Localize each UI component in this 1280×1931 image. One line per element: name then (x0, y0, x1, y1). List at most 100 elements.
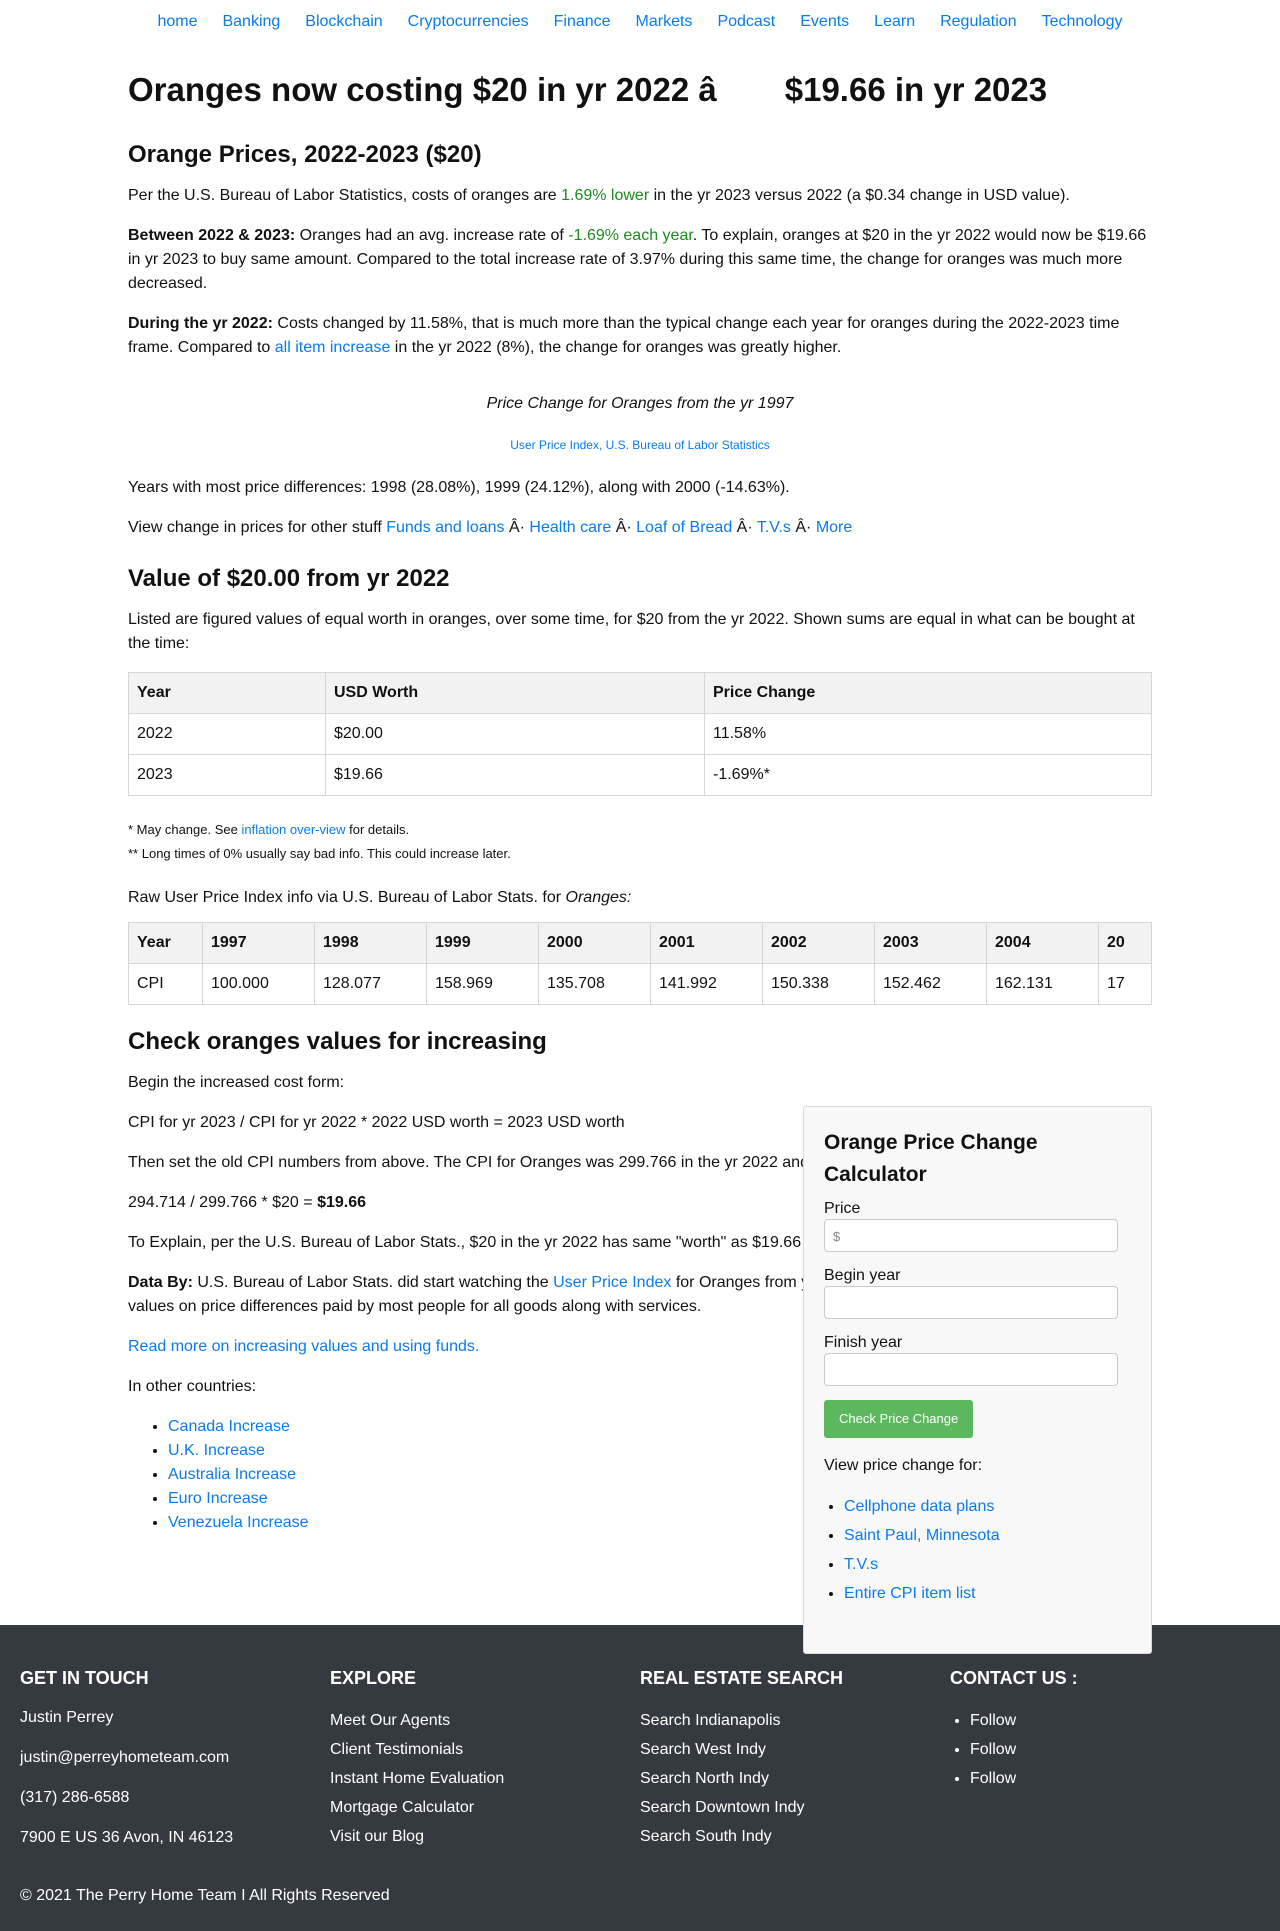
cpi-header-cell: 1997 (202, 921, 315, 964)
search-north-indy-link[interactable]: Search North Indy (640, 1764, 950, 1793)
all-item-increase-link[interactable]: all item increase (275, 339, 391, 356)
client-testimonials-link[interactable]: Client Testimonials (330, 1735, 640, 1764)
search-indianapolis-link[interactable]: Search Indianapolis (640, 1706, 950, 1735)
follow-link[interactable]: Follow (970, 1706, 1260, 1735)
footer-heading: REAL ESTATE SEARCH (640, 1667, 844, 1688)
nav-link-events[interactable]: Events (800, 10, 849, 42)
home-evaluation-link[interactable]: Instant Home Evaluation (330, 1764, 640, 1793)
page-title-part1: Oranges now costing $20 in yr 2022 â (128, 71, 717, 108)
contact-phone[interactable]: (317) 286-6588 (20, 1786, 330, 1810)
section-heading-value: Value of $20.00 from yr 2022 (128, 564, 450, 592)
years-most-difference: Years with most price differences: 1998 … (128, 478, 790, 496)
cpi-header-cell: 2002 (762, 921, 875, 964)
value-intro: Listed are figured values of equal worth… (128, 610, 1135, 652)
chart-title: Price Change for Oranges from the yr 199… (486, 394, 794, 412)
cpi-header-row: Year 1997 1998 1999 2000 2001 2002 2003 … (128, 921, 1152, 964)
other-items-links: View change in prices for other stuff Fu… (128, 518, 853, 536)
section-heading-prices: Orange Prices, 2022-2023 ($20) (128, 140, 482, 168)
nav-link-banking[interactable]: Banking (222, 10, 280, 42)
cpi-cell: 150.338 (762, 962, 875, 1005)
price-change-calculator: Orange Price Change Calculator Price $ B… (803, 1106, 1152, 1654)
list-item: Entire CPI item list (844, 1579, 1131, 1608)
search-south-indy-link[interactable]: Search South Indy (640, 1822, 950, 1851)
user-price-index-link[interactable]: User Price Index (553, 1274, 671, 1291)
nav-link-regulation[interactable]: Regulation (940, 10, 1017, 42)
section-heading-check: Check oranges values for increasing (128, 1027, 547, 1055)
copyright: © 2021 The Perry Home Team I All Rights … (20, 1886, 390, 1904)
cpi-cell: 17 (1098, 962, 1152, 1005)
col-header-usd-worth: USD Worth (325, 671, 705, 714)
read-more-link[interactable]: Read more on increasing values and using… (128, 1338, 479, 1355)
footer-get-in-touch: GET IN TOUCH Justin Perrey justin@perrey… (20, 1665, 330, 1866)
finish-year-label: Finish year (824, 1334, 903, 1351)
health-care-link[interactable]: Health care (529, 519, 611, 536)
nav-link-learn[interactable]: Learn (874, 10, 915, 42)
australia-increase-link[interactable]: Australia Increase (168, 1466, 296, 1483)
table-cell: -1.69%* (704, 753, 1152, 796)
chart-source: User Price Index, U.S. Bureau of Labor S… (128, 436, 1152, 454)
follow-link[interactable]: Follow (970, 1764, 1260, 1793)
saint-paul-link[interactable]: Saint Paul, Minnesota (844, 1527, 1000, 1544)
nav-link-home[interactable]: home (157, 10, 197, 42)
price-input[interactable]: $ (824, 1219, 1118, 1252)
mortgage-calculator-link[interactable]: Mortgage Calculator (330, 1793, 640, 1822)
cpi-header-cell: 1999 (426, 921, 539, 964)
cpi-header-cell: 2003 (874, 921, 987, 964)
search-downtown-indy-link[interactable]: Search Downtown Indy (640, 1793, 950, 1822)
contact-email[interactable]: justin@perreyhometeam.com (20, 1746, 330, 1770)
venezuela-increase-link[interactable]: Venezuela Increase (168, 1514, 309, 1531)
begin-year-input[interactable] (824, 1286, 1118, 1319)
view-price-change-label: View price change for: (824, 1456, 983, 1474)
site-footer: GET IN TOUCH Justin Perrey justin@perrey… (0, 1624, 1280, 1931)
cellphone-data-plans-link[interactable]: Cellphone data plans (844, 1498, 994, 1515)
col-header-year: Year (128, 671, 326, 714)
nav-link-blockchain[interactable]: Blockchain (305, 10, 382, 42)
visit-blog-link[interactable]: Visit our Blog (330, 1822, 640, 1851)
top-nav: home Banking Blockchain Cryptocurrencies… (0, 0, 1280, 42)
follow-link[interactable]: Follow (970, 1735, 1260, 1764)
chart-source-link[interactable]: User Price Index, U.S. Bureau of Labor S… (510, 438, 769, 452)
entire-cpi-list-link[interactable]: Entire CPI item list (844, 1585, 976, 1602)
list-item: T.V.s (844, 1550, 1131, 1579)
search-west-indy-link[interactable]: Search West Indy (640, 1735, 950, 1764)
funds-loans-link[interactable]: Funds and loans (386, 519, 504, 536)
summary-paragraph: Per the U.S. Bureau of Labor Statistics,… (128, 186, 1070, 204)
nav-link-podcast[interactable]: Podcast (717, 10, 775, 42)
list-item: Saint Paul, Minnesota (844, 1521, 1131, 1550)
nav-link-cryptocurrencies[interactable]: Cryptocurrencies (408, 10, 529, 42)
nav-link-markets[interactable]: Markets (636, 10, 693, 42)
cpi-cell: 152.462 (874, 962, 987, 1005)
euro-increase-link[interactable]: Euro Increase (168, 1490, 268, 1507)
cpi-cell: CPI (128, 962, 203, 1005)
finish-year-input[interactable] (824, 1353, 1118, 1386)
page-title: Oranges now costing $20 in yr 2022 â $19.… (128, 69, 1152, 112)
footer-heading: EXPLORE (330, 1667, 417, 1688)
footnote-1: * May change. See inflation over-view fo… (128, 821, 410, 837)
footer-real-estate-search: REAL ESTATE SEARCH Search Indianapolis S… (640, 1665, 950, 1866)
footer-contact-us: CONTACT US : Follow Follow Follow (950, 1665, 1260, 1866)
inflation-overview-link[interactable]: inflation over-view (241, 822, 345, 837)
nav-link-technology[interactable]: Technology (1042, 10, 1123, 42)
cpi-table: Year 1997 1998 1999 2000 2001 2002 2003 … (128, 921, 1152, 1005)
formula-intro: Begin the increased cost form: (128, 1073, 345, 1091)
canada-increase-link[interactable]: Canada Increase (168, 1418, 290, 1435)
loaf-of-bread-link[interactable]: Loaf of Bread (636, 519, 732, 536)
meet-agents-link[interactable]: Meet Our Agents (330, 1706, 640, 1735)
cpi-cell: 162.131 (986, 962, 1099, 1005)
col-header-price-change: Price Change (704, 671, 1152, 714)
raw-cpi-intro: Raw User Price Index info via U.S. Burea… (128, 888, 632, 906)
more-link[interactable]: More (816, 519, 852, 536)
footnote-2: ** Long times of 0% usually say bad info… (128, 845, 511, 861)
uk-increase-link[interactable]: U.K. Increase (168, 1442, 265, 1459)
calculator-links-list: Cellphone data plans Saint Paul, Minneso… (824, 1492, 1131, 1608)
cpi-header-cell: 2001 (650, 921, 763, 964)
check-price-change-button[interactable]: Check Price Change (824, 1400, 974, 1438)
tvs-link[interactable]: T.V.s (757, 519, 791, 536)
cpi-header-cell: 1998 (314, 921, 427, 964)
contact-name: Justin Perrey (20, 1708, 114, 1726)
cpi-cell: 158.969 (426, 962, 539, 1005)
tvs-sidebar-link[interactable]: T.V.s (844, 1556, 878, 1573)
nav-link-finance[interactable]: Finance (554, 10, 611, 42)
percent-lower-text: 1.69% lower (561, 186, 650, 204)
list-item: Cellphone data plans (844, 1492, 1131, 1521)
